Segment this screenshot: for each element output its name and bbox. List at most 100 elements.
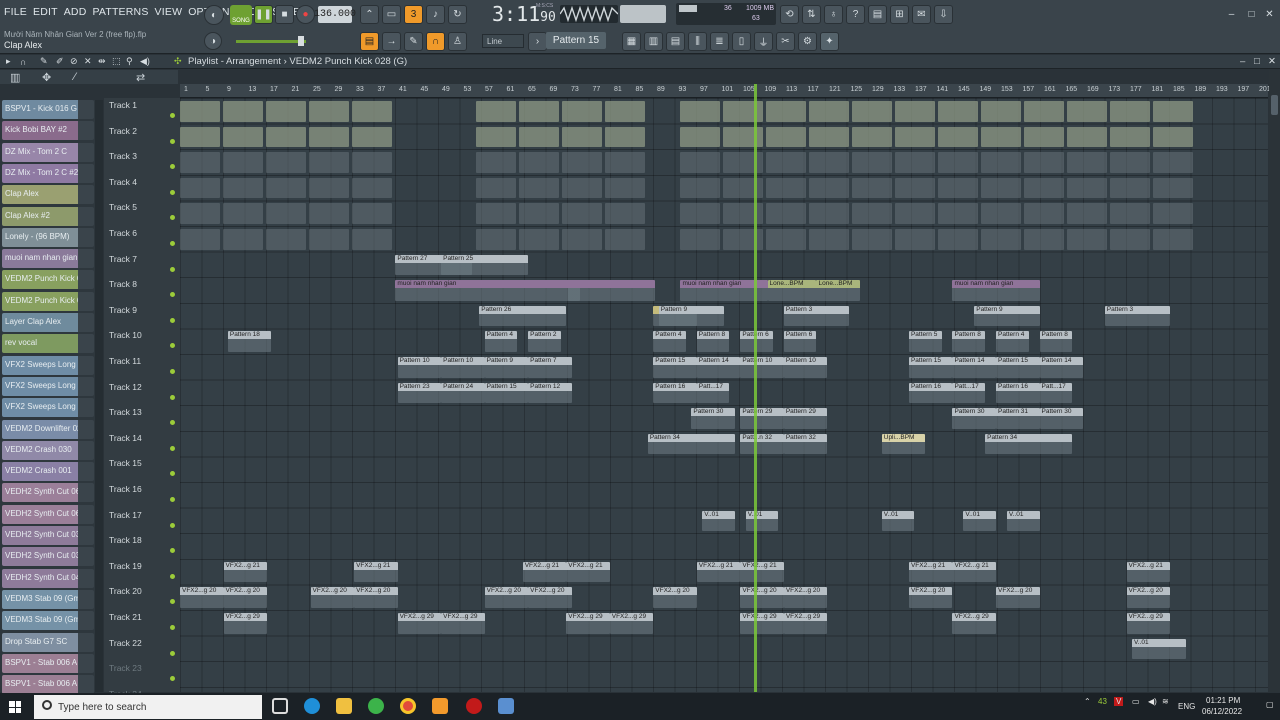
magnet-icon[interactable]: ∩: [426, 32, 445, 51]
edit-icon[interactable]: ⁄: [74, 71, 76, 83]
playhead[interactable]: [754, 84, 757, 692]
pattern-clip[interactable]: VFX2...g 29: [441, 613, 485, 634]
clip-block[interactable]: [1153, 203, 1193, 224]
mixer-window-icon[interactable]: ⫼: [688, 32, 707, 51]
pattern-clip[interactable]: Pattern 32: [783, 433, 828, 455]
clip-block[interactable]: [895, 152, 935, 173]
arrow-right-icon[interactable]: ▸: [6, 56, 11, 67]
track-label[interactable]: Track 4: [109, 177, 137, 187]
clip-block[interactable]: [1153, 101, 1193, 122]
settings-icon[interactable]: ⚙: [798, 32, 817, 51]
track-mute-led[interactable]: [170, 676, 175, 682]
clip-block[interactable]: [1024, 126, 1064, 148]
clip-block[interactable]: [476, 229, 516, 250]
track-label[interactable]: Track 18: [109, 535, 142, 545]
pattern-clip[interactable]: Pattern 4: [653, 331, 686, 352]
mute-icon[interactable]: ✕: [84, 56, 92, 67]
clip-block[interactable]: [562, 177, 602, 199]
tray-app-icon[interactable]: V: [1114, 697, 1124, 706]
countdown-icon[interactable]: 3: [404, 5, 423, 24]
picker-item[interactable]: Clap Alex #2 ✣: [2, 206, 94, 226]
arrows-icon[interactable]: ✥: [42, 71, 51, 84]
track-mute-led[interactable]: [170, 292, 175, 298]
picker-item[interactable]: VEDM2 Punch Kick 02.. ✣: [2, 291, 94, 311]
move-icon[interactable]: ✣: [83, 380, 92, 393]
move-icon[interactable]: ✣: [83, 486, 92, 499]
track-mute-led[interactable]: [170, 189, 175, 195]
track-mute-led[interactable]: [170, 369, 175, 374]
move-icon[interactable]: ✣: [83, 167, 92, 180]
pattern-song-knob[interactable]: ◐: [204, 5, 224, 25]
pattern-clip[interactable]: Pattern 15: [908, 357, 953, 378]
pattern-clip[interactable]: VFX2...g 20: [1126, 587, 1171, 608]
pattern-clip[interactable]: Pattern 14: [952, 357, 996, 378]
track-mute-led[interactable]: [170, 394, 175, 400]
picker-item[interactable]: VEDM2 Punch Kick 02.. ✣: [2, 270, 94, 290]
clip-block[interactable]: [680, 177, 720, 199]
track-label[interactable]: Track 17: [109, 510, 142, 520]
track-mute-led[interactable]: [170, 548, 175, 554]
song-mode-toggle[interactable]: SONG: [230, 5, 252, 25]
master-volume-slider[interactable]: [236, 40, 306, 43]
picker-item[interactable]: muoi nam nhan gian ✣: [2, 249, 94, 269]
pattern-clip[interactable]: Pattern 15: [996, 357, 1040, 378]
clip-block[interactable]: [352, 152, 392, 173]
pattern-clip[interactable]: muoi nam nhan gian: [395, 280, 581, 301]
pattern-clip[interactable]: VFX2...g 20: [310, 587, 355, 608]
track-label[interactable]: Track 9: [109, 305, 137, 315]
draw-icon[interactable]: ✎: [404, 32, 423, 51]
clip-block[interactable]: [723, 203, 763, 224]
clip-block[interactable]: [309, 126, 349, 148]
pattern-clip[interactable]: muoi nam nhan gian: [952, 280, 1040, 301]
move-icon[interactable]: ✣: [83, 465, 92, 478]
pattern-clip[interactable]: Lone...BPM: [767, 280, 817, 301]
pattern-clip[interactable]: VFX2...g 21: [740, 561, 784, 583]
track-label[interactable]: Track 8: [109, 279, 137, 289]
track-mute-led[interactable]: [170, 420, 175, 426]
menu-add[interactable]: ADD: [64, 6, 87, 18]
move-icon[interactable]: ✣: [83, 210, 92, 223]
loop-record-icon[interactable]: ↻: [448, 5, 467, 24]
pattern-clip[interactable]: Pattern 4: [484, 331, 518, 352]
menu-file[interactable]: FILE: [4, 6, 27, 18]
minimize-icon[interactable]: –: [1222, 5, 1241, 24]
clip-block[interactable]: [1110, 126, 1150, 148]
clip-block[interactable]: [476, 203, 516, 224]
track-mute-led[interactable]: [170, 215, 175, 221]
clip-block[interactable]: [981, 101, 1021, 122]
edge-icon[interactable]: [304, 698, 320, 714]
clip-block[interactable]: [981, 152, 1021, 173]
notifications-icon[interactable]: ▢: [1266, 700, 1274, 709]
clip-block[interactable]: [852, 177, 892, 199]
picker-item[interactable]: Clap Alex ✣: [2, 185, 94, 205]
clip-block[interactable]: [309, 203, 349, 224]
arrow-left-right-icon[interactable]: ⇄: [136, 71, 145, 84]
clip-block[interactable]: [1110, 152, 1150, 173]
clip-block[interactable]: [809, 152, 849, 173]
picker-item[interactable]: Layer Clap Alex ✣: [2, 313, 94, 332]
move-icon[interactable]: ✣: [83, 529, 92, 542]
tempo-display[interactable]: 136.000: [314, 6, 356, 23]
clip-block[interactable]: [605, 229, 645, 250]
magnet-small-icon[interactable]: ∩: [20, 57, 26, 67]
pattern-clip[interactable]: Pattern 8: [1039, 331, 1073, 352]
clip-block[interactable]: [180, 229, 220, 250]
move-icon[interactable]: ✣: [83, 572, 92, 585]
piano-roll-icon[interactable]: ▥: [644, 32, 663, 51]
track-mute-led[interactable]: [170, 113, 175, 118]
clip-block[interactable]: [723, 126, 763, 148]
clip-block[interactable]: [895, 126, 935, 148]
pattern-clip[interactable]: V..01: [1132, 638, 1187, 660]
play-icon[interactable]: ❚❚: [254, 5, 273, 24]
pattern-clip[interactable]: Pattern 3: [783, 305, 850, 327]
pattern-clip[interactable]: Pattern 24: [441, 382, 485, 404]
move-icon[interactable]: ✣: [83, 657, 92, 670]
clip-block[interactable]: [1067, 101, 1107, 122]
pattern-clip[interactable]: Pattern 30: [1039, 408, 1084, 429]
track-mute-led[interactable]: [170, 138, 175, 144]
menu-patterns[interactable]: PATTERNS: [92, 6, 148, 18]
pattern-clip[interactable]: Patt...n 32: [740, 433, 784, 455]
pattern-clip[interactable]: VFX2...g 20: [740, 587, 784, 608]
pattern-clip[interactable]: Pattern 30: [952, 408, 996, 429]
panel-minimize-icon[interactable]: –: [1240, 56, 1245, 67]
